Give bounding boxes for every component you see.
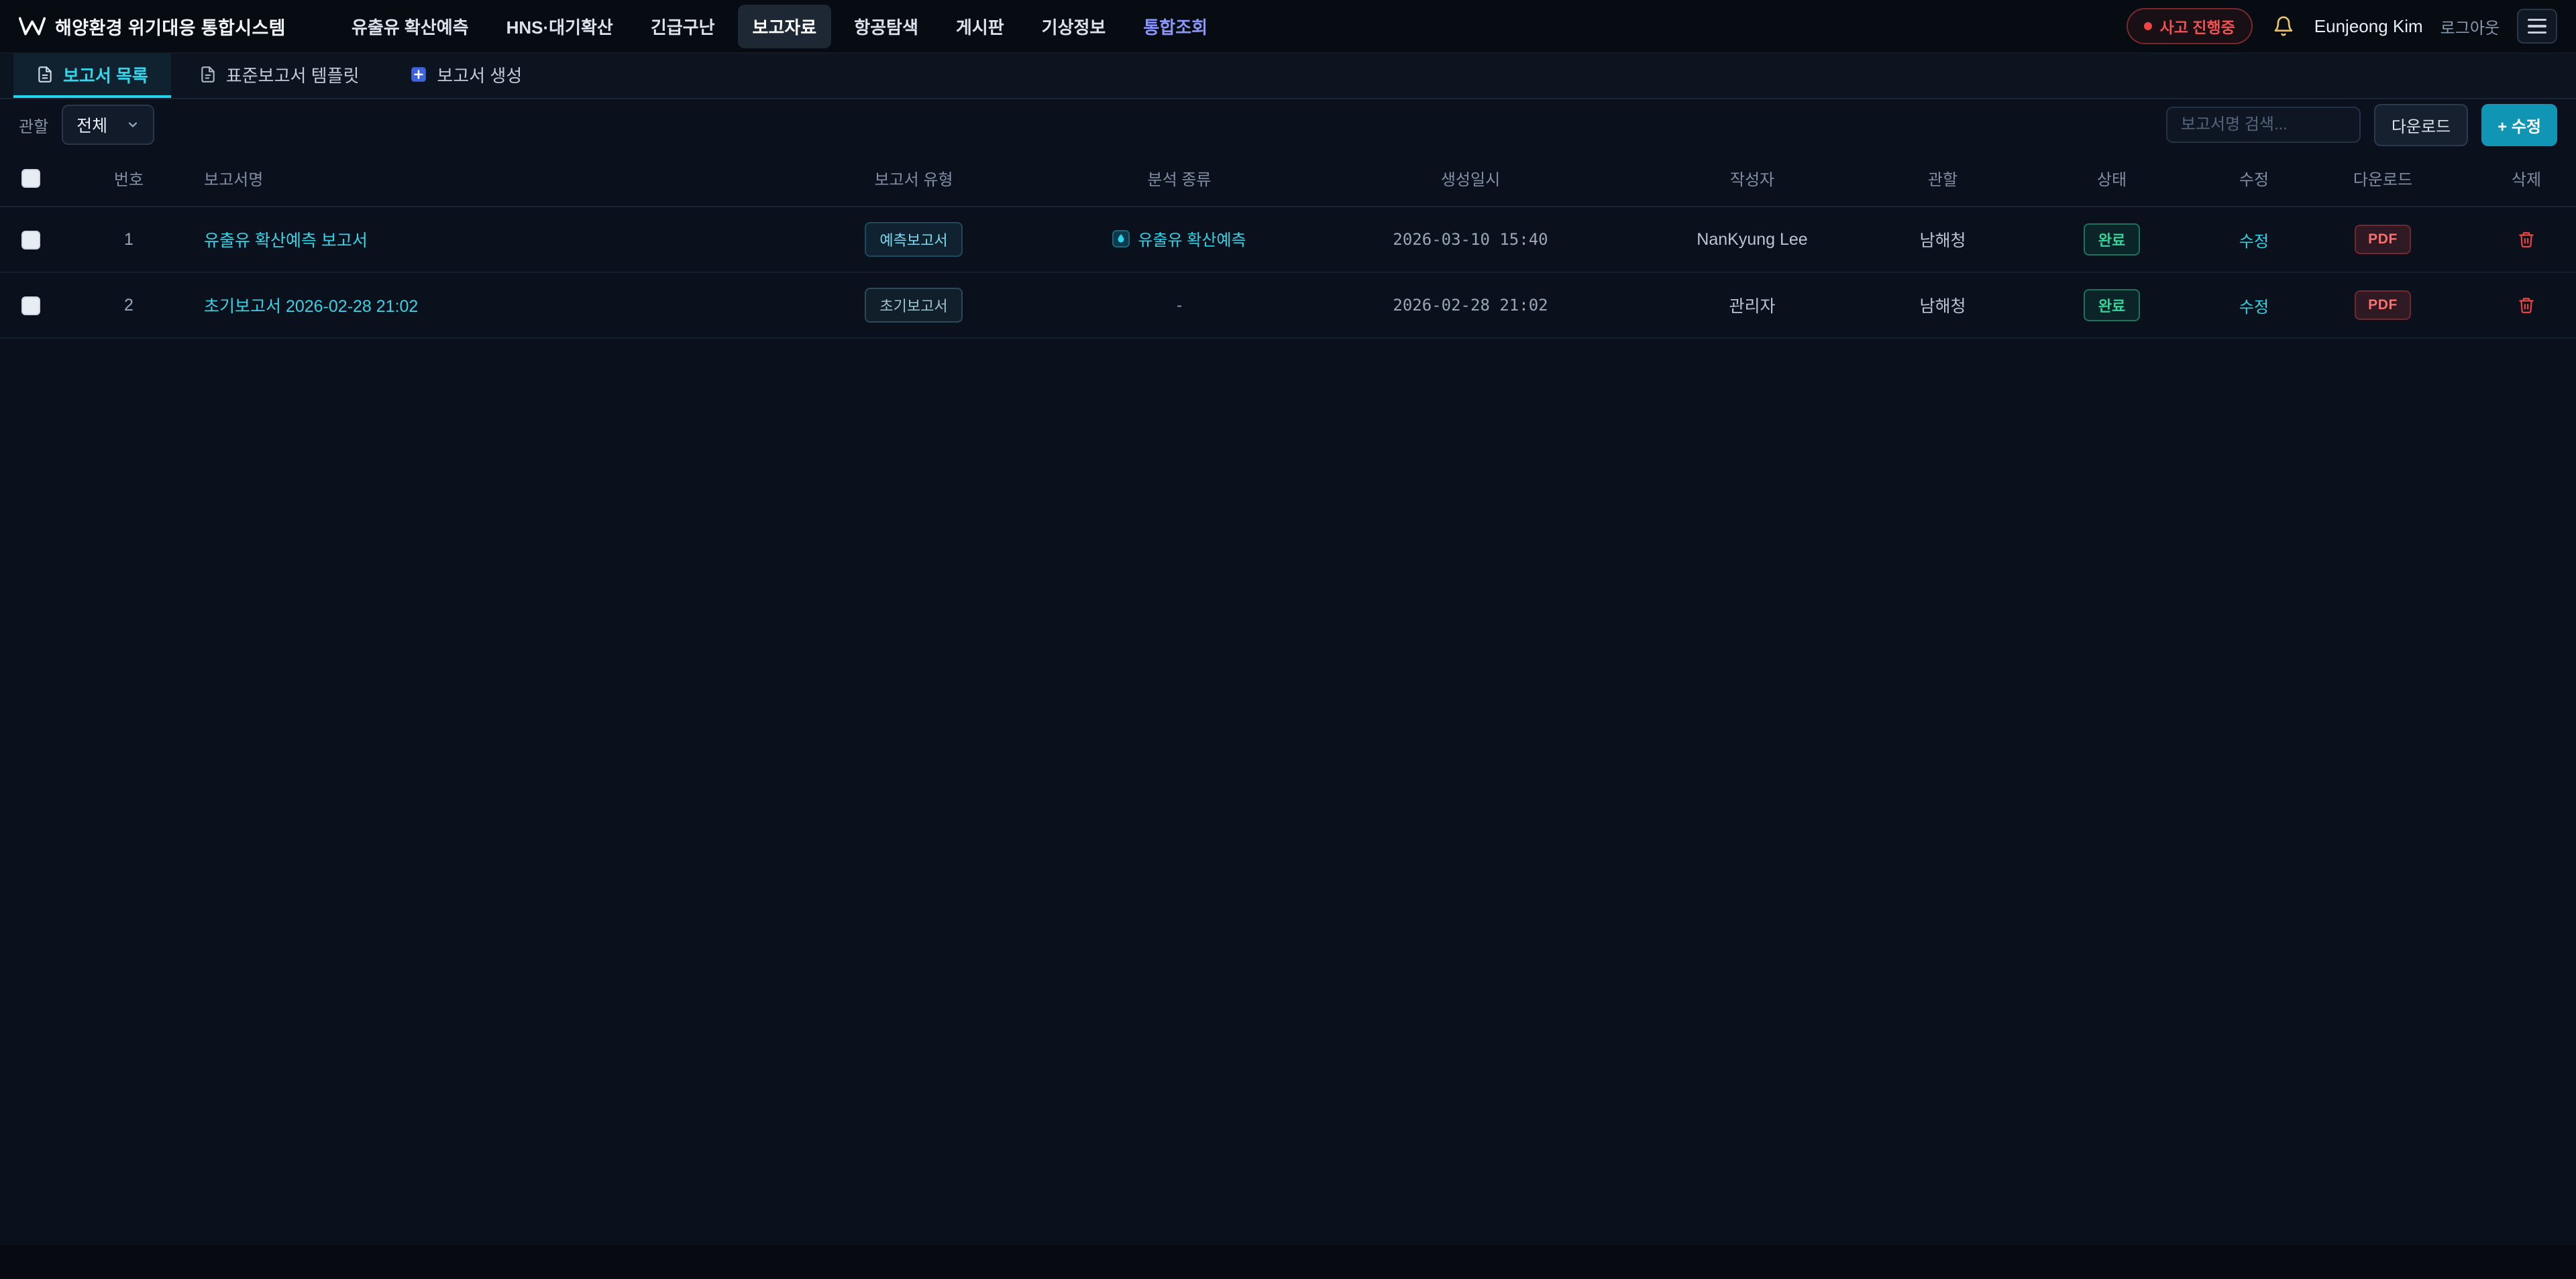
author: 관리자 <box>1623 272 1881 338</box>
report-type-badge: 초기보고서 <box>865 288 962 323</box>
delete-button[interactable] <box>2515 294 2538 317</box>
nav-item-reports[interactable]: 보고자료 <box>738 5 832 48</box>
report-table-container: 번호 보고서명 보고서 유형 분석 종류 생성일시 작성자 관할 상태 수정 다… <box>0 150 2576 1245</box>
notification-bell-button[interactable] <box>2270 13 2297 40</box>
wing-logo-icon <box>19 17 46 36</box>
edit-link[interactable]: 수정 <box>2239 233 2269 251</box>
pdf-download-button[interactable]: PDF <box>2355 290 2411 320</box>
header-report-name: 보고서명 <box>196 150 786 207</box>
header-delete: 삭제 <box>2477 150 2576 207</box>
jurisdiction: 남해청 <box>1881 207 2004 272</box>
report-search-input[interactable] <box>2166 107 2361 143</box>
table-row: 2 초기보고서 2026-02-28 21:02 초기보고서 - 2026-02… <box>0 272 2576 338</box>
tab-report-list[interactable]: 보고서 목록 <box>13 54 171 98</box>
nav-item-hns[interactable]: HNS·대기확산 <box>492 5 628 48</box>
nav-item-oil-spill[interactable]: 유출유 확산예측 <box>337 5 484 48</box>
table-row: 1 유출유 확산예측 보고서 예측보고서 유출유 확산예측 2026-03-10… <box>0 207 2576 272</box>
hamburger-icon <box>2528 19 2546 21</box>
row-number: 1 <box>62 207 196 272</box>
nav-item-rescue[interactable]: 긴급구난 <box>636 5 730 48</box>
trash-icon <box>2518 296 2535 314</box>
app-title: 해양환경 위기대응 통합시스템 <box>55 13 286 40</box>
header-analysis-type: 분석 종류 <box>1041 150 1318 207</box>
user-name: Eunjeong Kim <box>2314 16 2423 37</box>
status-badge: 완료 <box>2084 223 2140 256</box>
tab-report-template[interactable]: 표준보고서 템플릿 <box>176 54 382 98</box>
header-jurisdiction: 관할 <box>1881 150 2004 207</box>
row-checkbox[interactable] <box>21 296 40 315</box>
chevron-down-icon <box>126 118 140 131</box>
filter-bar: 관할 전체 다운로드 + 수정 <box>0 99 2576 150</box>
jurisdiction-select[interactable]: 전체 <box>62 105 154 145</box>
report-type-badge: 예측보고서 <box>865 222 962 257</box>
created-at: 2026-03-10 15:40 <box>1318 207 1623 272</box>
create-report-icon <box>410 66 427 83</box>
incident-dot-icon <box>2144 22 2152 30</box>
main-menu: 유출유 확산예측 HNS·대기확산 긴급구난 보고자료 항공탐색 게시판 기상정… <box>337 5 1222 48</box>
header-status: 상태 <box>2004 150 2219 207</box>
header-created-at: 생성일시 <box>1318 150 1623 207</box>
author: NanKyung Lee <box>1623 207 1881 272</box>
oil-spill-analysis-icon <box>1112 230 1130 247</box>
logout-link[interactable]: 로그아웃 <box>2440 15 2500 38</box>
jurisdiction-selected-value: 전체 <box>76 113 107 137</box>
bell-icon <box>2273 15 2294 37</box>
nav-item-weather[interactable]: 기상정보 <box>1027 5 1121 48</box>
created-at: 2026-02-28 21:02 <box>1318 272 1623 338</box>
report-name-link[interactable]: 초기보고서 2026-02-28 21:02 <box>204 297 418 316</box>
app-brand: 해양환경 위기대응 통합시스템 <box>19 13 286 40</box>
top-navbar: 해양환경 위기대응 통합시스템 유출유 확산예측 HNS·대기확산 긴급구난 보… <box>0 0 2576 54</box>
bottom-bar <box>0 1245 2576 1278</box>
header-download: 다운로드 <box>2289 150 2477 207</box>
tab-label: 보고서 생성 <box>437 62 522 87</box>
table-header-row: 번호 보고서명 보고서 유형 분석 종류 생성일시 작성자 관할 상태 수정 다… <box>0 150 2576 207</box>
header-no: 번호 <box>62 150 196 207</box>
tab-label: 보고서 목록 <box>63 62 148 87</box>
tab-label: 표준보고서 템플릿 <box>226 62 360 87</box>
template-doc-icon <box>199 66 217 83</box>
download-button[interactable]: 다운로드 <box>2374 104 2468 146</box>
report-list-icon <box>36 66 54 83</box>
jurisdiction: 남해청 <box>1881 272 2004 338</box>
incident-status-label: 사고 진행중 <box>2160 15 2235 38</box>
analysis-type-link[interactable]: 유출유 확산예측 <box>1138 227 1246 250</box>
nav-item-aerial-search[interactable]: 항공탐색 <box>839 5 933 48</box>
report-tabs: 보고서 목록 표준보고서 템플릿 보고서 생성 <box>0 54 2576 99</box>
status-badge: 완료 <box>2084 289 2140 321</box>
jurisdiction-filter-label: 관할 <box>19 113 48 137</box>
trash-icon <box>2518 231 2535 248</box>
select-all-checkbox[interactable] <box>21 169 40 188</box>
row-number: 2 <box>62 272 196 338</box>
analysis-type-empty: - <box>1177 296 1182 315</box>
nav-item-board[interactable]: 게시판 <box>941 5 1019 48</box>
row-checkbox[interactable] <box>21 231 40 249</box>
report-name-link[interactable]: 유출유 확산예측 보고서 <box>204 231 368 250</box>
nav-item-integrated-search[interactable]: 통합조회 <box>1128 5 1222 48</box>
header-author: 작성자 <box>1623 150 1881 207</box>
pdf-download-button[interactable]: PDF <box>2355 225 2411 254</box>
report-table: 번호 보고서명 보고서 유형 분석 종류 생성일시 작성자 관할 상태 수정 다… <box>0 150 2576 339</box>
hamburger-menu-button[interactable] <box>2517 9 2557 44</box>
incident-status-badge: 사고 진행중 <box>2127 8 2253 44</box>
edit-button[interactable]: + 수정 <box>2481 104 2557 146</box>
edit-link[interactable]: 수정 <box>2239 298 2269 317</box>
header-edit: 수정 <box>2219 150 2289 207</box>
delete-button[interactable] <box>2515 228 2538 251</box>
header-report-type: 보고서 유형 <box>786 150 1041 207</box>
tab-report-create[interactable]: 보고서 생성 <box>387 54 545 98</box>
